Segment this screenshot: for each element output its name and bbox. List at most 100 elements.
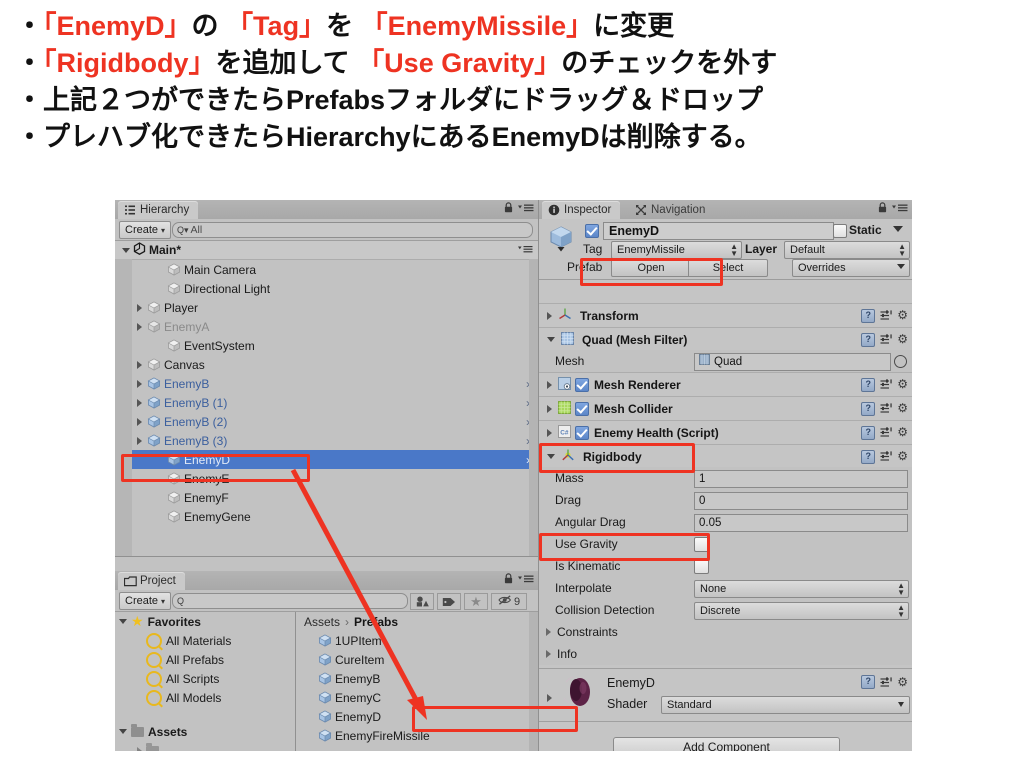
project-assets-header[interactable]: Assets bbox=[119, 722, 187, 741]
lock-icon[interactable] bbox=[504, 573, 513, 587]
hierarchy-create-button[interactable]: Create ▾ bbox=[119, 221, 172, 239]
use-gravity-checkbox[interactable] bbox=[694, 537, 709, 552]
tab-navigation[interactable]: Navigation bbox=[629, 201, 714, 219]
hierarchy-item-enemya[interactable]: EnemyA bbox=[115, 317, 538, 336]
shader-dropdown[interactable]: Standard bbox=[661, 696, 910, 714]
hierarchy-item-enemyb[interactable]: EnemyB › bbox=[115, 374, 538, 393]
component-header-mesh-renderer[interactable]: Mesh Renderer ? ⚙ bbox=[539, 372, 912, 397]
chevron-right-icon[interactable] bbox=[137, 360, 142, 369]
prefab-open-button[interactable]: Open bbox=[611, 259, 691, 277]
hierarchy-item-enemyb-2[interactable]: EnemyB (2) › bbox=[115, 412, 538, 431]
preset-icon[interactable] bbox=[880, 403, 892, 414]
project-item-enemyfiremissile[interactable]: EnemyFireMissile bbox=[318, 726, 430, 745]
hierarchy-scrollbar[interactable] bbox=[529, 259, 538, 556]
filter-by-type-button[interactable] bbox=[410, 593, 434, 610]
hierarchy-menu-icon[interactable] bbox=[518, 203, 534, 216]
breadcrumb-root[interactable]: Assets bbox=[304, 615, 340, 629]
help-icon[interactable]: ? bbox=[861, 332, 876, 347]
project-item-enemyc[interactable]: EnemyC bbox=[318, 688, 381, 707]
tab-project[interactable]: Project bbox=[118, 572, 185, 590]
breadcrumb-current[interactable]: Prefabs bbox=[354, 615, 398, 629]
lock-icon[interactable] bbox=[878, 202, 887, 216]
hierarchy-item-canvas[interactable]: Canvas bbox=[115, 355, 538, 374]
hidden-items-indicator[interactable]: 9 bbox=[491, 593, 527, 610]
project-scrollbar[interactable] bbox=[529, 612, 538, 751]
project-create-button[interactable]: Create ▾ bbox=[119, 592, 172, 610]
preset-icon[interactable] bbox=[880, 334, 892, 345]
component-enabled-checkbox[interactable] bbox=[575, 425, 589, 440]
help-icon[interactable]: ? bbox=[861, 425, 876, 440]
mass-input[interactable]: 1 bbox=[694, 470, 908, 488]
chevron-right-icon[interactable] bbox=[137, 398, 142, 407]
angular-drag-input[interactable]: 0.05 bbox=[694, 514, 908, 532]
prefab-select-button[interactable]: Select bbox=[688, 259, 768, 277]
project-item-enemyd[interactable]: EnemyD bbox=[318, 707, 381, 726]
add-component-button[interactable]: Add Component bbox=[613, 737, 840, 751]
project-item-enemyb[interactable]: EnemyB bbox=[318, 669, 380, 688]
component-header-mesh-filter[interactable]: Quad (Mesh Filter) ? ⚙ bbox=[539, 327, 912, 352]
hierarchy-item-enemygene[interactable]: EnemyGene bbox=[115, 507, 538, 526]
help-icon[interactable]: ? bbox=[861, 401, 876, 416]
hierarchy-item-enemyb-3[interactable]: EnemyB (3) › bbox=[115, 431, 538, 450]
gear-icon[interactable]: ⚙ bbox=[897, 426, 908, 438]
project-favorite-all-models[interactable]: All Models bbox=[146, 688, 221, 707]
chevron-right-icon[interactable] bbox=[547, 380, 552, 389]
project-search-input[interactable]: Q bbox=[172, 593, 408, 609]
hierarchy-item-enemye[interactable]: EnemyE bbox=[115, 469, 538, 488]
gear-icon[interactable]: ⚙ bbox=[897, 450, 908, 462]
chevron-right-icon[interactable] bbox=[137, 417, 142, 426]
hierarchy-search-input[interactable]: Q▾ All bbox=[172, 222, 533, 238]
chevron-right-icon[interactable] bbox=[547, 311, 552, 320]
help-icon[interactable]: ? bbox=[861, 377, 876, 392]
chevron-right-icon[interactable] bbox=[137, 322, 142, 331]
chevron-right-icon[interactable] bbox=[137, 379, 142, 388]
project-favorite-all-prefabs[interactable]: All Prefabs bbox=[146, 650, 224, 669]
chevron-down-icon[interactable] bbox=[547, 454, 555, 459]
static-dropdown-icon[interactable] bbox=[893, 226, 903, 232]
tab-inspector[interactable]: Inspector bbox=[542, 201, 621, 219]
gear-icon[interactable]: ⚙ bbox=[897, 378, 908, 390]
component-header-mesh-collider[interactable]: Mesh Collider ? ⚙ bbox=[539, 396, 912, 421]
project-favorite-all-materials[interactable]: All Materials bbox=[146, 631, 231, 650]
rigidbody-info-row[interactable]: Info bbox=[539, 643, 912, 665]
help-icon[interactable]: ? bbox=[861, 308, 876, 323]
project-menu-icon[interactable] bbox=[518, 574, 534, 587]
chevron-right-icon[interactable] bbox=[137, 303, 142, 312]
prefab-overrides-dropdown[interactable]: Overrides bbox=[792, 259, 910, 277]
project-item-cureitem[interactable]: CureItem bbox=[318, 650, 384, 669]
hierarchy-item-enemyb-1[interactable]: EnemyB (1) › bbox=[115, 393, 538, 412]
component-header-transform[interactable]: Transform ? ⚙ bbox=[539, 303, 912, 328]
chevron-down-icon[interactable] bbox=[547, 337, 555, 342]
is-kinematic-checkbox[interactable] bbox=[694, 559, 709, 574]
collision-detection-dropdown[interactable]: Discrete ▲ ▼ bbox=[694, 602, 909, 620]
chevron-down-icon[interactable] bbox=[122, 247, 130, 253]
project-assets-child-row[interactable] bbox=[137, 741, 163, 751]
component-enabled-checkbox[interactable] bbox=[575, 377, 589, 392]
hierarchy-scene-root[interactable]: Main* bbox=[115, 241, 538, 260]
preset-icon[interactable] bbox=[880, 379, 892, 390]
interpolate-dropdown[interactable]: None ▲ ▼ bbox=[694, 580, 909, 598]
help-icon[interactable]: ? bbox=[861, 449, 876, 464]
gear-icon[interactable]: ⚙ bbox=[897, 402, 908, 414]
object-name-field[interactable]: EnemyD bbox=[603, 222, 834, 240]
chevron-right-icon[interactable] bbox=[547, 694, 552, 702]
component-header-enemy-health-script[interactable]: C# Enemy Health (Script) ? ⚙ bbox=[539, 420, 912, 445]
gear-icon[interactable]: ⚙ bbox=[897, 309, 908, 321]
project-favorite-all-scripts[interactable]: All Scripts bbox=[146, 669, 219, 688]
chevron-right-icon[interactable] bbox=[546, 650, 551, 658]
chevron-right-icon[interactable] bbox=[137, 746, 142, 751]
hierarchy-item-player[interactable]: Player bbox=[115, 298, 538, 317]
tab-hierarchy[interactable]: Hierarchy bbox=[118, 201, 199, 219]
component-enabled-checkbox[interactable] bbox=[575, 401, 589, 416]
hierarchy-item-enemyd[interactable]: EnemyD › bbox=[115, 450, 538, 469]
preset-icon[interactable] bbox=[880, 427, 892, 438]
component-header-rigidbody[interactable]: Rigidbody ? ⚙ bbox=[539, 444, 912, 469]
lock-icon[interactable] bbox=[504, 202, 513, 216]
project-item-1upitem[interactable]: 1UPItem bbox=[318, 631, 382, 650]
rigidbody-constraints-row[interactable]: Constraints bbox=[539, 621, 912, 643]
static-checkbox[interactable] bbox=[833, 224, 847, 238]
preset-icon[interactable] bbox=[880, 310, 892, 321]
gear-icon[interactable]: ⚙ bbox=[897, 333, 908, 345]
scene-menu-icon[interactable] bbox=[518, 243, 533, 257]
object-active-checkbox[interactable] bbox=[585, 224, 599, 238]
